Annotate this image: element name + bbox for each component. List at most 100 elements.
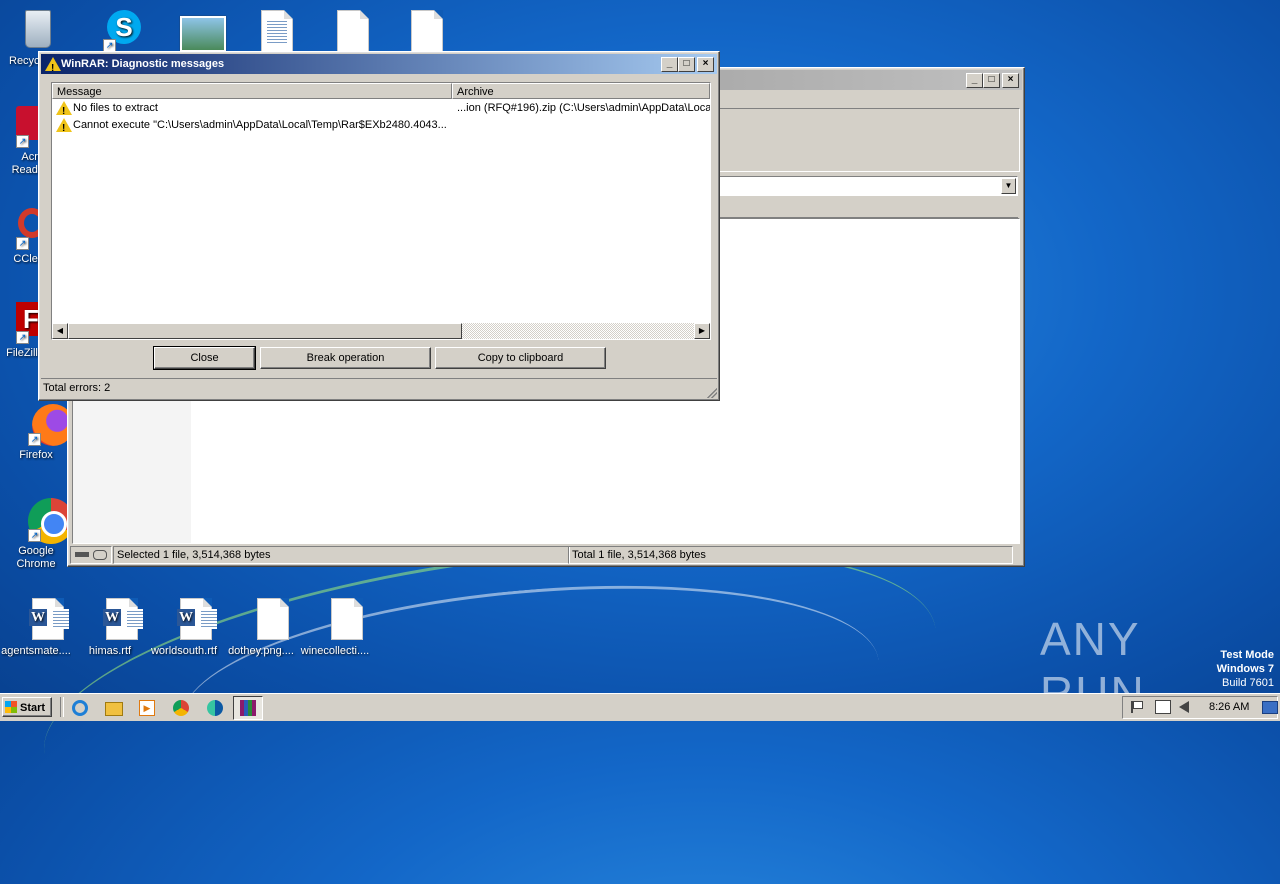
word-document-icon: W [90,598,143,642]
start-button[interactable]: Start [2,697,52,717]
row-archive: ...ion (RFQ#196).zip (C:\Users\admin\App… [457,102,710,114]
dialog-titlebar[interactable]: WinRAR: Diagnostic messages _ □ × [41,54,717,79]
windows-logo-icon [5,701,17,713]
start-label: Start [20,702,46,714]
desktop-icon-dothey[interactable]: dothey.png.... [226,598,296,657]
desktop-icon-agentsmate[interactable]: W agentsmate.... [1,598,71,657]
shortcut-arrow-icon: ↗ [28,433,41,446]
desktop-icon-google-chrome[interactable]: ↗ Google Chrome [1,498,74,571]
warning-icon [45,57,61,79]
desktop-icon-label: worldsouth.rtf [150,645,218,657]
column-header-archive[interactable]: Archive [452,83,710,99]
show-desktop-icon[interactable] [1262,701,1278,714]
warning-icon [56,118,72,134]
chevron-down-icon[interactable]: ▼ [1001,178,1016,194]
desktop-icon-himas[interactable]: W himas.rtf [75,598,145,657]
horizontal-scrollbar[interactable]: ◀ ▶ [52,323,710,339]
total-errors-text: Total errors: 2 [43,382,111,394]
address-combobox[interactable]: ▼ [718,176,1018,196]
winrar-icon [240,700,256,716]
close-window-button[interactable]: × [1002,73,1019,88]
taskbar-winrar-button[interactable] [233,696,263,720]
column-header-strip [718,201,1018,218]
test-mode-line1: Test Mode [1220,649,1274,661]
status-selected: Selected 1 file, 3,514,368 bytes [113,546,570,564]
resize-grip-icon[interactable] [707,388,717,398]
media-player-icon[interactable]: ▶ [137,698,157,718]
break-operation-button[interactable]: Break operation [260,347,431,369]
shortcut-arrow-icon: ↗ [16,135,29,148]
edge-icon[interactable] [205,698,225,718]
internet-explorer-icon[interactable] [70,698,90,718]
recycle-bin-icon [17,8,57,52]
main-window-caption-buttons: _ □ × [966,73,1019,88]
desktop-icon-skype[interactable]: S ↗ [76,8,146,55]
word-document-icon: W [164,598,217,642]
chrome-icon: ↗ [16,498,74,544]
desktop-icon-firefox[interactable]: ↗ Firefox [1,402,74,461]
copy-to-clipboard-button[interactable]: Copy to clipboard [435,347,606,369]
message-row[interactable]: Cannot execute "C:\Users\admin\AppData\L… [52,117,710,134]
scroll-left-arrow-icon[interactable]: ◀ [52,323,68,339]
file-icon [241,598,289,642]
shortcut-arrow-icon: ↗ [16,237,29,250]
action-center-flag-icon[interactable] [1131,701,1143,713]
close-window-button[interactable]: × [697,57,714,72]
desktop-icon-label: himas.rtf [88,645,132,657]
chrome-icon[interactable] [171,698,191,718]
test-mode-notice: Test Mode Windows 7 Build 7601 [1217,648,1274,690]
dialog-status-bar: Total errors: 2 [41,378,717,397]
text-document-icon [241,10,293,54]
quick-launch-separator [60,697,64,717]
file-icon [317,10,369,54]
volume-icon[interactable] [1179,701,1189,713]
drive-icon [75,552,89,557]
desktop-icon-label: Firefox [19,449,53,461]
maximize-button[interactable]: □ [983,73,1000,88]
skype-icon: S ↗ [91,8,141,52]
key-icon [93,550,107,560]
minimize-button[interactable]: _ [661,57,678,72]
desktop-icon-file[interactable] [302,10,372,57]
main-status-bar: Selected 1 file, 3,514,368 bytes Total 1… [70,546,1020,564]
desktop-icon-winecollection[interactable]: winecollecti.... [300,598,370,657]
dialog-caption-buttons: _ □ × [661,57,714,72]
drive-status-cell [70,546,112,564]
scrollbar-thumb[interactable] [68,323,462,339]
toolbar-area [718,108,1020,172]
desktop-icon-image[interactable] [150,8,226,55]
column-header-message[interactable]: Message [52,83,452,99]
maximize-button[interactable]: □ [678,57,695,72]
desktop-icon-label: dothey.png.... [228,645,294,657]
firefox-icon: ↗ [16,402,74,446]
messages-list[interactable]: Message Archive No files to extract ...i… [51,82,711,340]
desktop-icon-text-doc[interactable] [226,10,296,57]
shortcut-arrow-icon: ↗ [28,529,41,542]
diagnostic-messages-dialog[interactable]: WinRAR: Diagnostic messages _ □ × Messag… [38,51,720,401]
row-message: No files to extract [73,102,158,114]
desktop-icon-worldsouth[interactable]: W worldsouth.rtf [149,598,219,657]
file-icon [391,10,443,54]
scroll-right-arrow-icon[interactable]: ▶ [694,323,710,339]
clock[interactable]: 8:26 AM [1209,697,1249,718]
dialog-title: WinRAR: Diagnostic messages [61,58,225,70]
message-row[interactable]: No files to extract ...ion (RFQ#196).zip… [52,100,710,117]
file-explorer-icon[interactable] [103,698,123,718]
shortcut-arrow-icon: ↗ [16,331,29,344]
warning-icon [56,101,72,117]
anyrun-watermark: ANY RUN [1040,612,1240,719]
file-icon [315,598,363,642]
desktop-icon-label: winecollecti.... [300,645,370,657]
status-total: Total 1 file, 3,514,368 bytes [568,546,1013,564]
minimize-button[interactable]: _ [966,73,983,88]
desktop-icon-label: agentsmate.... [1,645,71,657]
taskbar: Start ▶ 8:26 AM [0,693,1280,721]
word-document-icon: W [16,598,69,642]
system-tray: 8:26 AM [1122,696,1278,719]
picture-icon [165,8,226,52]
desktop-icon-label: Google Chrome [16,545,56,570]
desktop-icon-file[interactable] [376,10,446,57]
network-icon[interactable] [1155,700,1171,714]
test-mode-line2: Windows 7 [1216,663,1274,675]
close-button[interactable]: Close [153,346,256,370]
